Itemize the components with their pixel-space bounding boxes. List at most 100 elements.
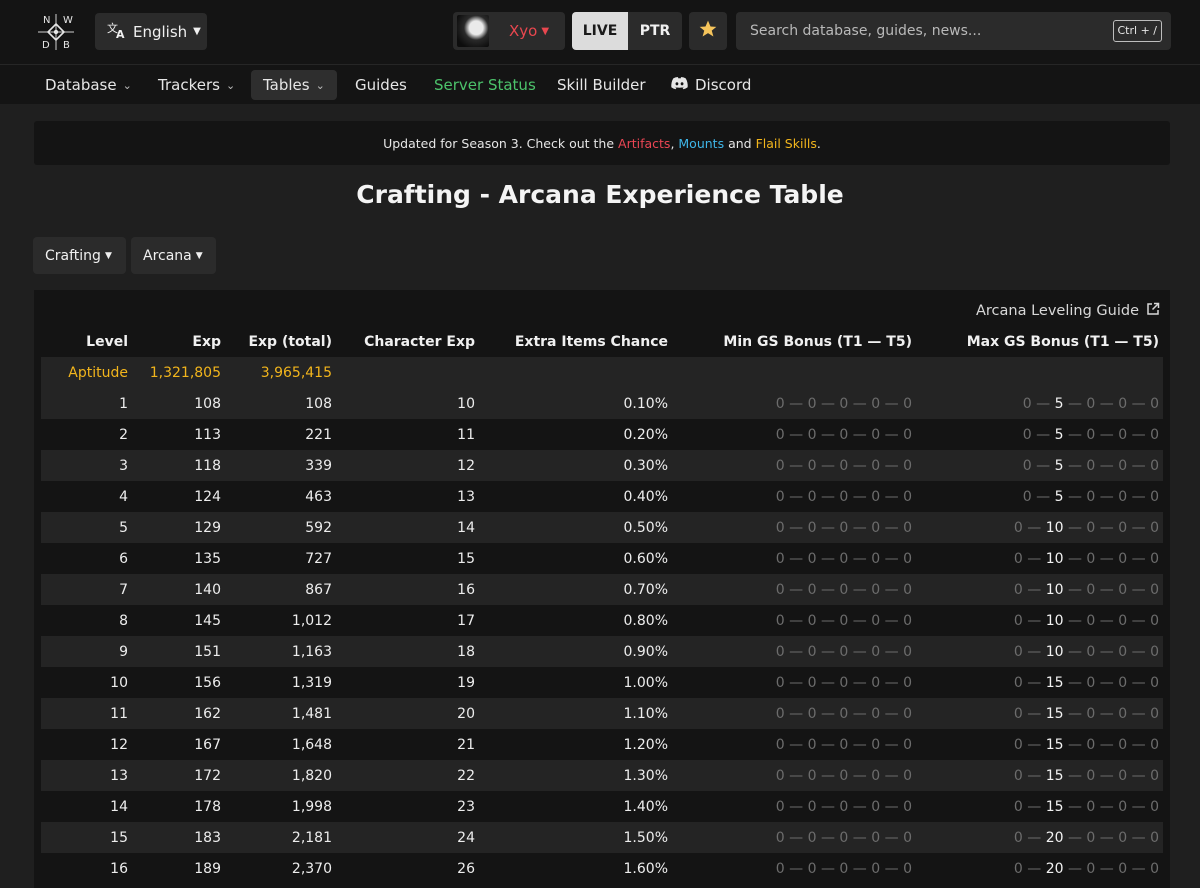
cell-min-gs-bonus: 0 — 0 — 0 — 0 — 0 bbox=[672, 512, 916, 543]
header-min-gs-bonus[interactable]: Min GS Bonus (T1 — T5) bbox=[672, 327, 916, 357]
gs-tier-value: 15 bbox=[1045, 705, 1064, 722]
dash-separator: — bbox=[816, 705, 840, 722]
nav-tables[interactable]: Tables ⌄ bbox=[251, 70, 337, 100]
cell-max-gs-bonus: 0 — 10 — 0 — 0 — 0 bbox=[916, 636, 1163, 667]
dash-separator: — bbox=[816, 457, 840, 474]
dash-separator: — bbox=[880, 488, 904, 505]
category-dropdown[interactable]: Crafting ▼ bbox=[33, 237, 126, 274]
gs-tier-value: 0 bbox=[871, 581, 881, 598]
aptitude-row: Aptitude 1,321,805 3,965,415 bbox=[41, 357, 1163, 388]
cell-max-gs-bonus: 0 — 15 — 0 — 0 — 0 bbox=[916, 667, 1163, 698]
gs-tier-value: 0 bbox=[807, 643, 817, 660]
gs-tier-value: 0 bbox=[807, 612, 817, 629]
header-exp[interactable]: Exp bbox=[132, 327, 225, 357]
gs-tier-value: 0 bbox=[1150, 457, 1159, 474]
season-banner: Updated for Season 3. Check out the Arti… bbox=[34, 121, 1170, 165]
dash-separator: — bbox=[784, 550, 808, 567]
gs-tier-value: 0 bbox=[903, 457, 912, 474]
gs-tier-value: 0 bbox=[839, 488, 849, 505]
site-logo[interactable]: N W D B bbox=[34, 10, 78, 54]
dash-separator: — bbox=[1127, 426, 1151, 443]
header-max-gs-bonus[interactable]: Max GS Bonus (T1 — T5) bbox=[916, 327, 1163, 357]
skill-dropdown[interactable]: Arcana ▼ bbox=[131, 237, 216, 274]
gs-tier-value: 0 bbox=[1086, 519, 1096, 536]
caret-down-icon: ▼ bbox=[541, 25, 550, 37]
gs-tier-value: 0 bbox=[1086, 612, 1096, 629]
avatar bbox=[457, 15, 489, 47]
table-row: 15 183 2,181 24 1.50% 0 — 0 — 0 — 0 — 00 — 20… bbox=[41, 822, 1163, 853]
gs-tier-value: 0 bbox=[839, 550, 849, 567]
nav-skill-builder[interactable]: Skill Builder bbox=[545, 70, 658, 100]
gs-tier-value: 5 bbox=[1054, 488, 1064, 505]
dash-separator: — bbox=[1127, 643, 1151, 660]
gs-tier-value: 0 bbox=[807, 488, 817, 505]
search-input[interactable] bbox=[736, 12, 1106, 50]
cell-extra-items-chance: 0.30% bbox=[479, 450, 672, 481]
cell-max-gs-bonus: 0 — 5 — 0 — 0 — 0 bbox=[916, 481, 1163, 512]
dash-separator: — bbox=[1127, 488, 1151, 505]
translate-icon: 文 A bbox=[107, 21, 127, 43]
cell-character-exp: 16 bbox=[336, 574, 479, 605]
nav-guides[interactable]: Guides bbox=[343, 70, 419, 100]
nav-discord[interactable]: Discord bbox=[658, 70, 763, 100]
cell-extra-items-chance: 1.60% bbox=[623, 860, 668, 877]
header-exp-total[interactable]: Exp (total) bbox=[225, 327, 336, 357]
nav-database[interactable]: Database ⌄ bbox=[33, 70, 144, 100]
cell-exp-total: 221 bbox=[305, 426, 332, 443]
gs-tier-value: 0 bbox=[871, 674, 881, 691]
cell-character-exp: 22 bbox=[336, 760, 479, 791]
dash-separator: — bbox=[784, 860, 808, 877]
gs-tier-value: 20 bbox=[1045, 860, 1064, 877]
dash-separator: — bbox=[816, 860, 840, 877]
gs-tier-value: 0 bbox=[775, 643, 785, 660]
gs-tier-value: 0 bbox=[807, 457, 817, 474]
gs-tier-value: 0 bbox=[1022, 426, 1032, 443]
flail-skills-link[interactable]: Flail Skills bbox=[756, 136, 817, 151]
environment-switch: LIVE PTR bbox=[572, 12, 682, 50]
header-character-exp[interactable]: Character Exp bbox=[336, 327, 479, 357]
live-button[interactable]: LIVE bbox=[572, 12, 628, 50]
cell-level: 12 bbox=[110, 736, 128, 753]
gs-tier-value: 0 bbox=[1013, 581, 1023, 598]
gs-tier-value: 0 bbox=[1150, 581, 1159, 598]
gs-tier-value: 0 bbox=[1086, 488, 1096, 505]
dash-separator: — bbox=[880, 798, 904, 815]
dash-separator: — bbox=[848, 581, 872, 598]
cell-max-gs-bonus: 0 — 20 — 0 — 0 — 0 bbox=[916, 822, 1163, 853]
gs-tier-value: 0 bbox=[903, 860, 912, 877]
dash-separator: — bbox=[816, 395, 840, 412]
dash-separator: — bbox=[784, 767, 808, 784]
user-menu[interactable]: Xyo ▼ bbox=[453, 12, 565, 50]
header-extra-items-chance[interactable]: Extra Items Chance bbox=[479, 327, 672, 357]
artifacts-link[interactable]: Artifacts bbox=[618, 136, 670, 151]
dash-separator: — bbox=[1095, 705, 1119, 722]
table-row: 6 135 727 15 0.60% 0 — 0 — 0 — 0 — 00 — 10 — … bbox=[41, 543, 1163, 574]
dash-separator: — bbox=[1095, 643, 1119, 660]
dash-separator: — bbox=[816, 581, 840, 598]
nav-server-status[interactable]: Server Status bbox=[422, 70, 548, 100]
cell-exp: 140 bbox=[132, 574, 225, 605]
cell-min-gs-bonus: 0 — 0 — 0 — 0 — 0 bbox=[672, 760, 916, 791]
dash-separator: — bbox=[1095, 550, 1119, 567]
leveling-guide-link[interactable]: Arcana Leveling Guide bbox=[976, 302, 1160, 320]
gs-tier-value: 10 bbox=[1045, 550, 1064, 567]
language-selector[interactable]: 文 A English ▼ bbox=[95, 13, 207, 50]
gs-tier-value: 0 bbox=[1013, 829, 1023, 846]
mounts-link[interactable]: Mounts bbox=[678, 136, 724, 151]
favorites-button[interactable] bbox=[689, 12, 727, 50]
gs-tier-value: 0 bbox=[775, 829, 785, 846]
gs-tier-value: 0 bbox=[903, 674, 912, 691]
dash-separator: — bbox=[1022, 612, 1046, 629]
header-level[interactable]: Level bbox=[41, 327, 132, 357]
gs-tier-value: 0 bbox=[903, 798, 912, 815]
dash-separator: — bbox=[1022, 550, 1046, 567]
gs-tier-value: 0 bbox=[903, 395, 912, 412]
cell-character-exp: 21 bbox=[457, 736, 475, 753]
cell-min-gs-bonus: 0 — 0 — 0 — 0 — 0 bbox=[672, 574, 916, 605]
ptr-button[interactable]: PTR bbox=[628, 12, 682, 50]
dash-separator: — bbox=[1095, 457, 1119, 474]
gs-tier-value: 0 bbox=[903, 581, 912, 598]
nav-trackers[interactable]: Trackers ⌄ bbox=[146, 70, 247, 100]
aptitude-label: Aptitude bbox=[41, 357, 132, 388]
cell-level: 6 bbox=[119, 550, 128, 567]
